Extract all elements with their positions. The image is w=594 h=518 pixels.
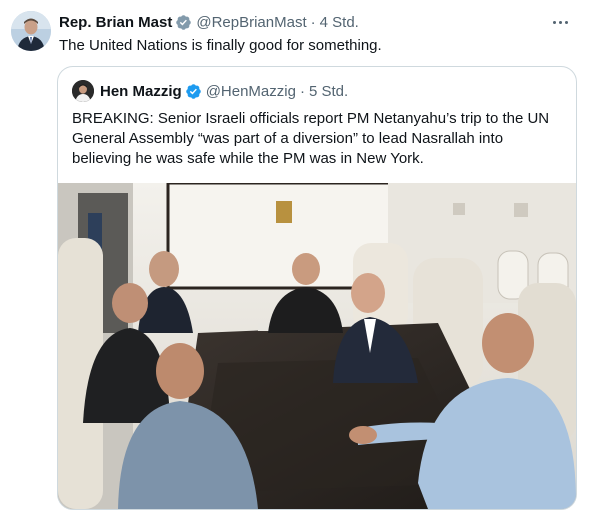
author-avatar[interactable] [11,11,51,51]
quoted-author-name[interactable]: Hen Mazzig [100,83,182,100]
quoted-tweet-photo[interactable] [58,183,576,509]
verified-badge-icon[interactable] [185,83,202,100]
quoted-timestamp[interactable]: 5 Std. [309,83,348,100]
quoted-tweet[interactable]: Hen Mazzig @HenMazzig · 5 Std. BREAKING:… [57,66,577,510]
timestamp[interactable]: 4 Std. [320,14,359,31]
quoted-tweet-header: Hen Mazzig @HenMazzig · 5 Std. [72,79,348,103]
separator-dot: · [299,82,305,100]
quoted-tweet-text: BREAKING: Senior Israeli officials repor… [72,110,550,167]
tweet-text: The United Nations is finally good for s… [59,37,382,54]
airplane-meeting-photo [58,183,576,509]
author-handle[interactable]: @RepBrianMast [196,14,306,31]
quoted-author-handle[interactable]: @HenMazzig [206,83,296,100]
verified-badge-icon[interactable] [175,14,192,31]
quoted-author-avatar [72,80,94,102]
tweet[interactable]: Rep. Brian Mast @RepBrianMast · 4 Std. T… [0,0,594,518]
separator-dot: · [310,13,316,31]
tweet-header: Rep. Brian Mast @RepBrianMast · 4 Std. [59,12,359,32]
more-options-icon[interactable] [548,10,572,34]
author-name[interactable]: Rep. Brian Mast [59,14,172,31]
